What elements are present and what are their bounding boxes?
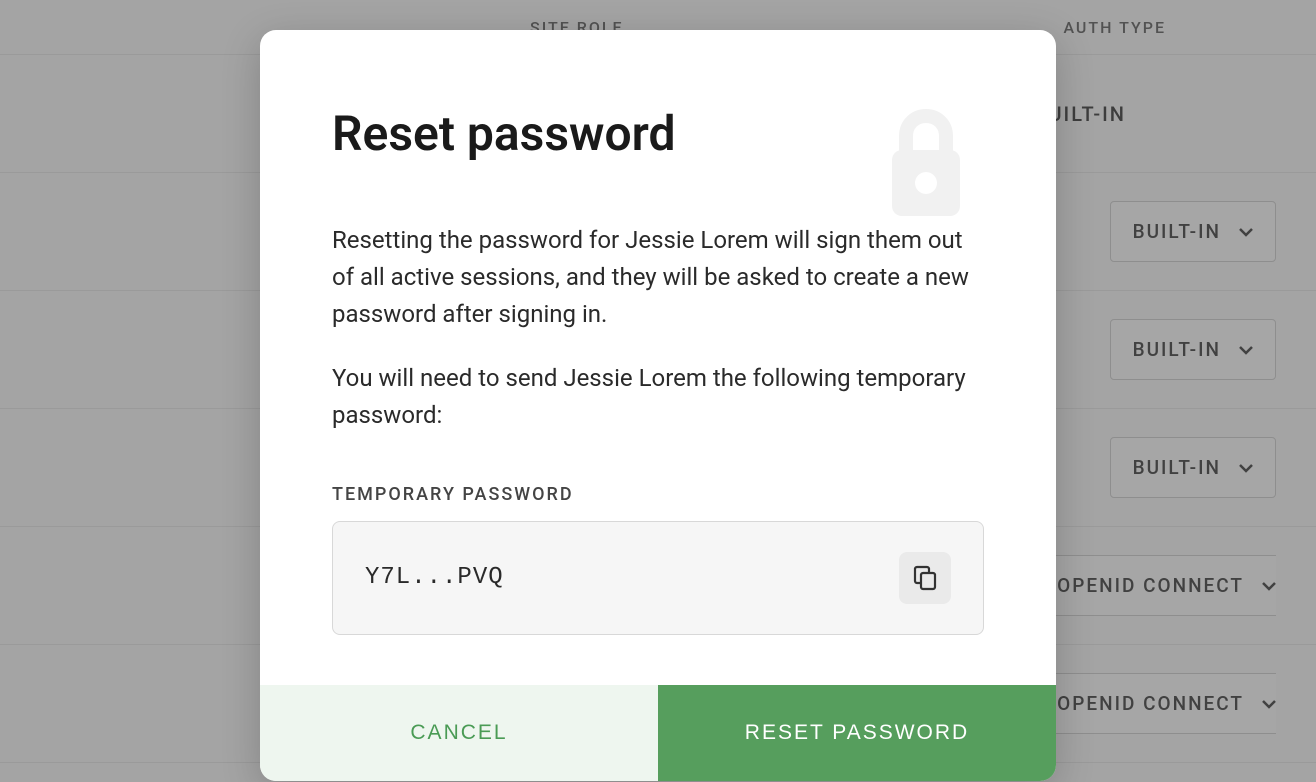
temporary-password-box: Y7L...PVQ xyxy=(332,521,984,635)
lock-icon xyxy=(884,106,968,218)
modal-description-2: You will need to send Jessie Lorem the f… xyxy=(332,360,984,434)
cancel-button[interactable]: CANCEL xyxy=(260,685,658,781)
modal-description-1: Resetting the password for Jessie Lorem … xyxy=(332,222,984,334)
modal-overlay[interactable]: Reset password Resetting the password fo… xyxy=(0,0,1316,782)
modal-footer: CANCEL RESET PASSWORD xyxy=(260,685,1056,781)
copy-button[interactable] xyxy=(899,552,951,604)
reset-password-button[interactable]: RESET PASSWORD xyxy=(658,685,1056,781)
temporary-password-value: Y7L...PVQ xyxy=(365,564,504,591)
copy-icon xyxy=(913,565,937,591)
reset-password-modal: Reset password Resetting the password fo… xyxy=(260,30,1056,781)
temporary-password-label: TEMPORARY PASSWORD xyxy=(332,484,984,505)
modal-body: Reset password Resetting the password fo… xyxy=(260,30,1056,685)
